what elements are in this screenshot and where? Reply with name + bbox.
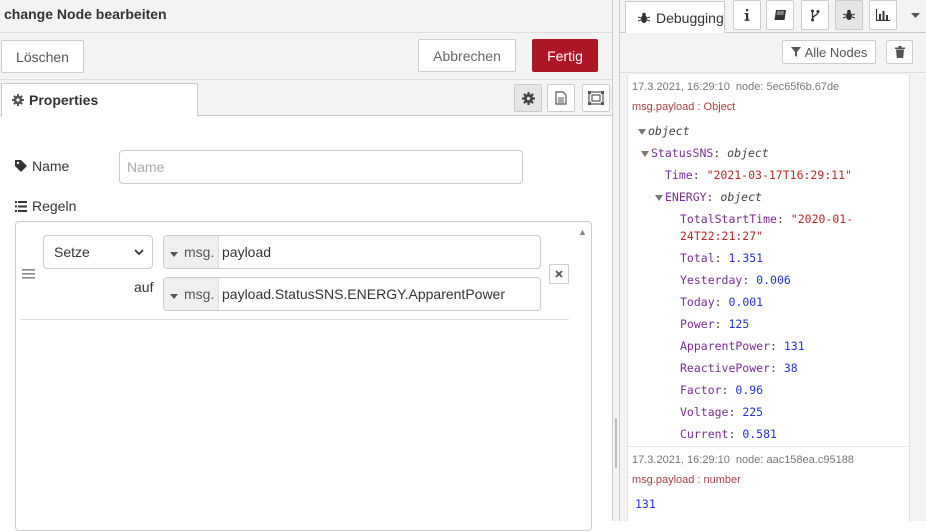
tray-toolbar: [0, 33, 612, 80]
list-icon: [15, 200, 27, 212]
tab-properties-label: Properties: [29, 92, 99, 108]
tab-debug[interactable]: Debugging: [625, 1, 725, 34]
clear-messages-button[interactable]: [886, 40, 913, 64]
tree-leaf-time: Time: "2021-03-17T16:29:11": [665, 168, 852, 182]
bar-chart-icon: [876, 9, 890, 21]
remove-rule-button[interactable]: [549, 264, 569, 284]
name-label-text: Name: [32, 158, 70, 174]
message-meta: 17.3.2021, 16:29:10 node: aac158ea.c95188: [632, 454, 854, 466]
tree-node-energy[interactable]: ENERGY: object: [655, 190, 762, 204]
tree-leaf: Total: 1.351: [680, 251, 764, 265]
rule-action-value: Setze: [54, 244, 90, 260]
rule-action-select[interactable]: Setze: [43, 235, 153, 269]
caret-down-icon: [170, 286, 178, 302]
message-divider: [628, 446, 909, 447]
message-timestamp: 17.3.2021, 16:29:10: [632, 81, 730, 93]
tree-leaf: Power: 125: [680, 317, 750, 331]
tree-leaf: Voltage: 225: [680, 405, 764, 419]
filter-icon: [790, 47, 801, 57]
drag-handle-icon[interactable]: [22, 266, 35, 282]
tree-leaf-totalstarttime: TotalStartTime: "2020-01-: [680, 212, 854, 226]
info-tab-button[interactable]: [733, 0, 761, 30]
tree-node-statussns[interactable]: StatusSNS: object: [641, 146, 769, 160]
message-topic: msg.payload : Object: [632, 101, 736, 113]
scroll-up-arrow-icon[interactable]: ▲: [578, 227, 587, 237]
info-icon: [744, 9, 750, 21]
expand-caret-icon: [641, 150, 649, 157]
caret-down-icon: [170, 244, 178, 260]
rule-divider: [20, 319, 569, 320]
tree-leaf-totalstarttime-cont: 24T22:21:27": [680, 229, 764, 243]
caret-down-icon: [910, 12, 920, 18]
appearance-tab-button[interactable]: [582, 84, 610, 112]
source-type-label: msg.: [184, 286, 215, 302]
target-value[interactable]: payload: [219, 244, 271, 260]
rule-target-input[interactable]: msg. payload: [163, 235, 541, 269]
tree-leaf: Current: 0.581: [680, 427, 777, 441]
message-node-id[interactable]: node: aac158ea.c95188: [736, 454, 854, 466]
target-type-label: msg.: [184, 244, 215, 260]
message-node-id[interactable]: node: 5ec65f6b.67de: [736, 81, 839, 93]
tab-debug-label: Debugging: [656, 9, 724, 26]
source-type-button[interactable]: msg.: [164, 278, 219, 310]
tree-leaf: ApparentPower: 131: [680, 339, 805, 353]
sidebar-menu-button[interactable]: [905, 0, 925, 30]
expand-caret-icon: [655, 194, 663, 201]
rules-label: Regeln: [15, 198, 76, 214]
object-group-icon: [588, 91, 604, 105]
done-button[interactable]: Fertig: [532, 39, 598, 72]
file-text-icon: [555, 91, 567, 105]
filter-nodes-button[interactable]: Alle Nodes: [782, 40, 876, 64]
target-type-button[interactable]: msg.: [164, 236, 219, 268]
message-value: 131: [635, 497, 656, 511]
description-tab-button[interactable]: [547, 84, 575, 112]
book-icon: [774, 10, 786, 20]
gear-icon: [12, 94, 24, 106]
debug-toolbar: [620, 33, 926, 73]
delete-button[interactable]: Löschen: [1, 40, 84, 73]
context-tab-button[interactable]: [801, 0, 829, 30]
bug-icon: [638, 12, 650, 23]
tag-icon: [15, 160, 27, 172]
name-input[interactable]: [119, 150, 523, 184]
source-value[interactable]: payload.StatusSNS.ENERGY.ApparentPower: [219, 286, 505, 302]
tree-leaf: Factor: 0.96: [680, 383, 764, 397]
tree-root[interactable]: object: [638, 124, 690, 138]
chevron-down-icon: [134, 249, 144, 256]
to-label: auf: [134, 279, 154, 295]
node-settings-tab-button[interactable]: [514, 84, 542, 112]
tree-leaf: ReactivePower: 38: [680, 361, 798, 375]
git-branch-icon: [811, 9, 820, 21]
filter-label: Alle Nodes: [804, 44, 868, 60]
expand-caret-icon: [638, 128, 646, 135]
gear-icon: [521, 91, 535, 105]
tray-title: change Node bearbeiten: [4, 6, 167, 22]
help-tab-button[interactable]: [766, 0, 794, 30]
message-topic: msg.payload : number: [632, 474, 741, 486]
cancel-button[interactable]: Abbrechen: [418, 39, 516, 72]
message-meta: 17.3.2021, 16:29:10 node: 5ec65f6b.67de: [632, 81, 839, 93]
close-icon: [555, 270, 563, 278]
tree-leaf: Today: 0.001: [680, 295, 764, 309]
bug-icon: [843, 9, 855, 20]
message-timestamp: 17.3.2021, 16:29:10: [632, 454, 730, 466]
rule-source-input[interactable]: msg. payload.StatusSNS.ENERGY.ApparentPo…: [163, 277, 541, 311]
splitter-grip[interactable]: [615, 418, 617, 468]
rules-label-text: Regeln: [32, 198, 77, 214]
tab-properties[interactable]: Properties: [1, 83, 198, 117]
trash-icon: [894, 46, 905, 58]
dashboard-tab-button[interactable]: [869, 0, 897, 30]
tree-leaf: Yesterday: 0.006: [680, 273, 791, 287]
debug-tab-button[interactable]: [835, 0, 863, 30]
tray-header: change Node bearbeiten: [0, 0, 612, 33]
name-label: Name: [15, 158, 69, 174]
